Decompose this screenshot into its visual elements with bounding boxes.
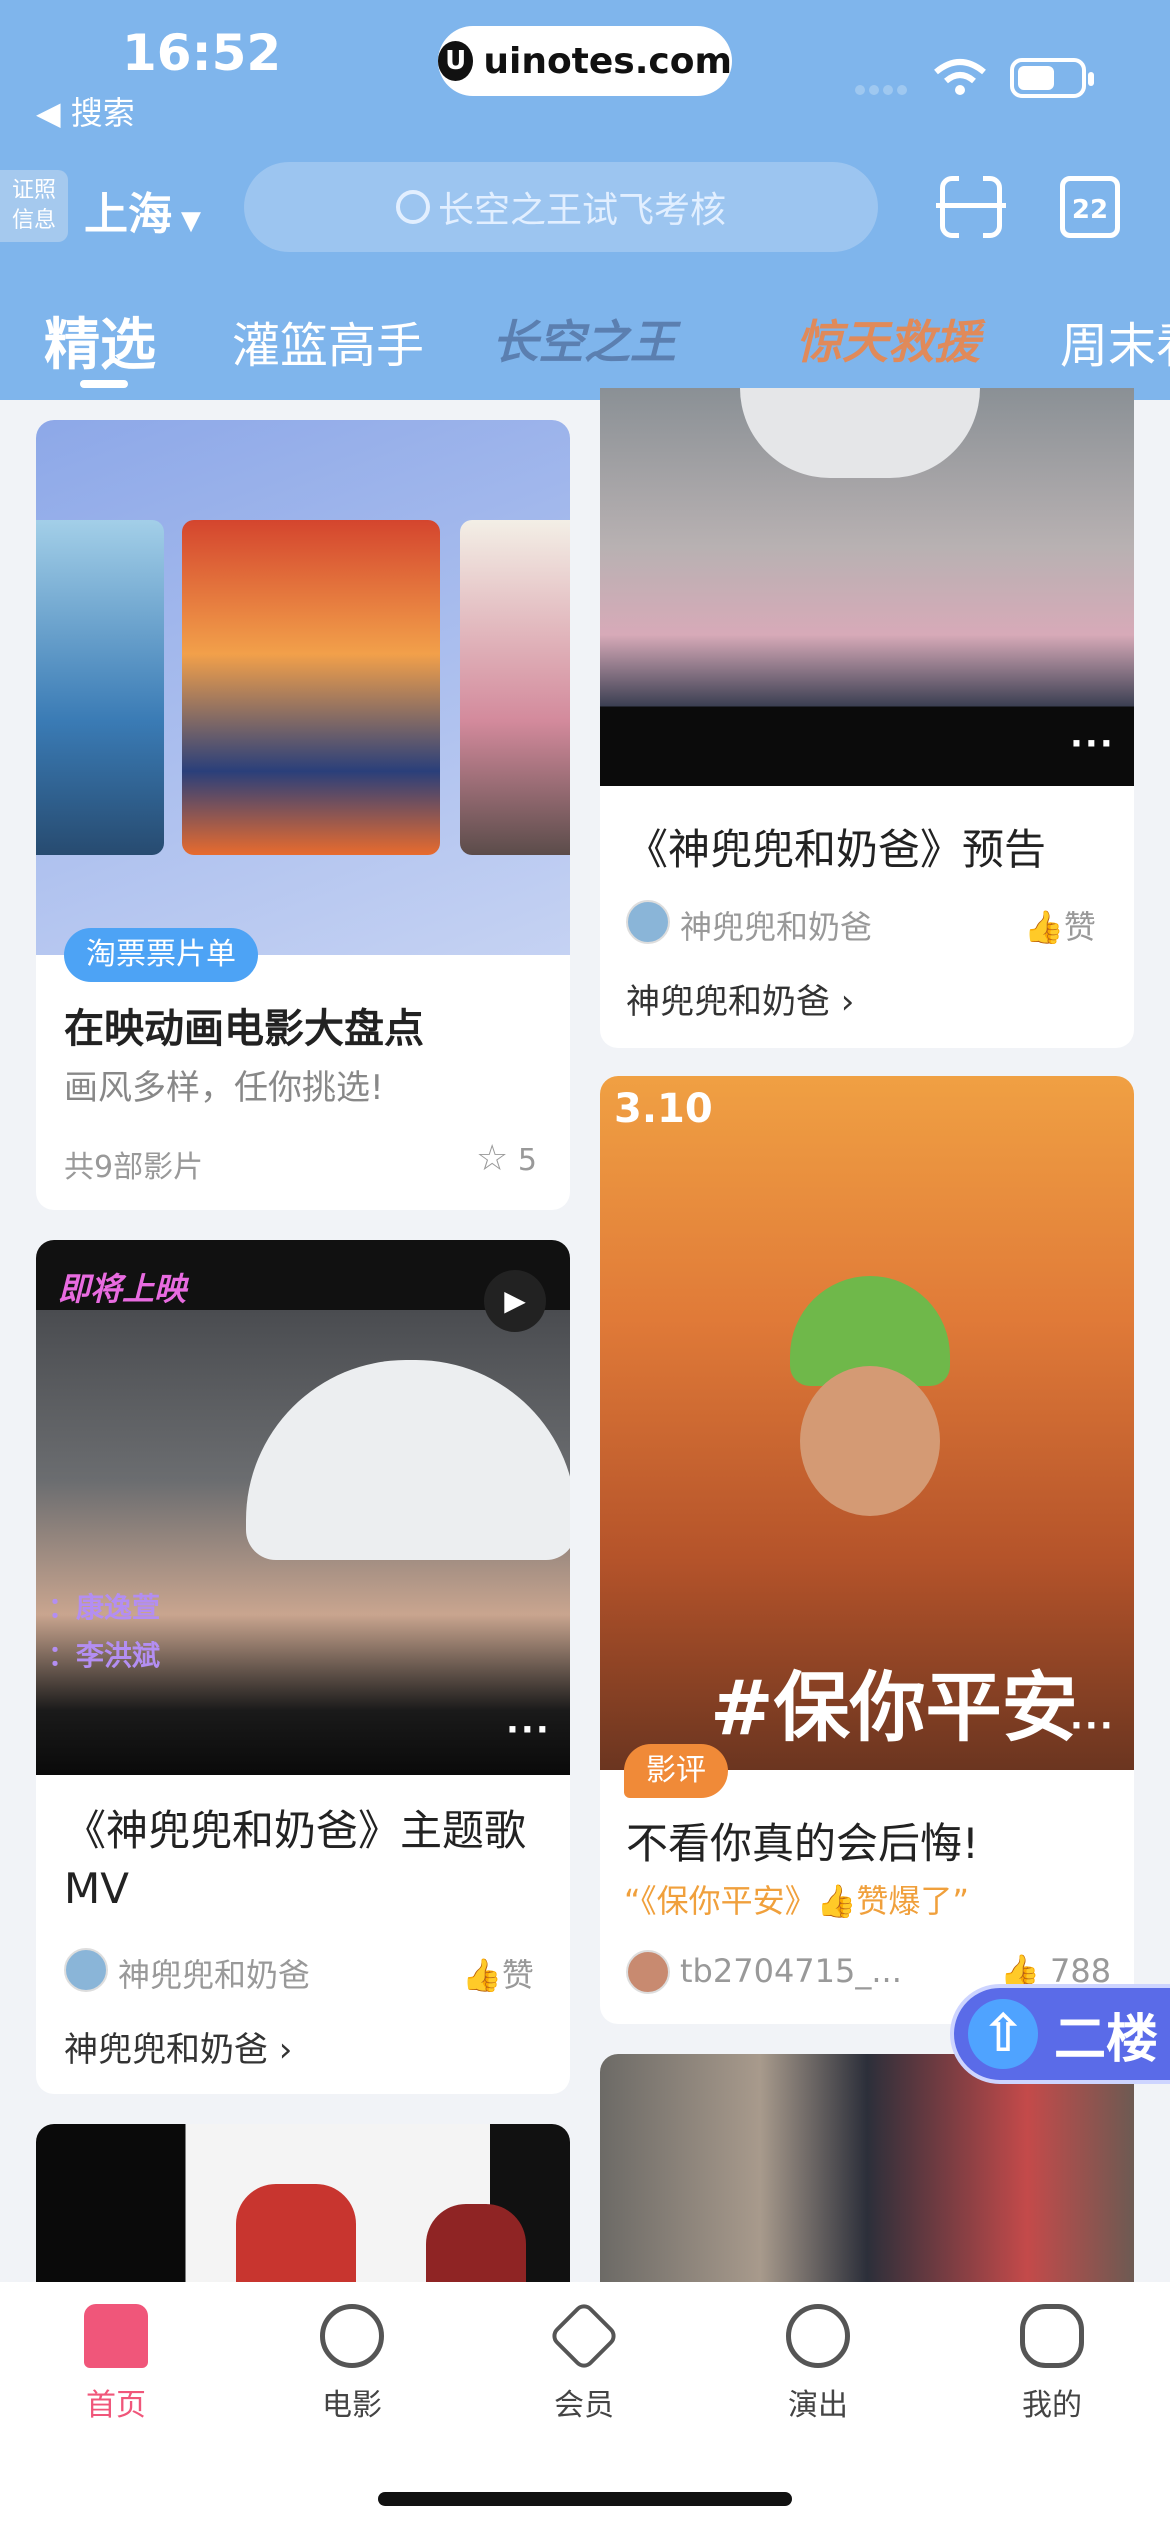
nav-movies[interactable]: 电影 bbox=[282, 2304, 422, 2424]
second-floor-button[interactable]: ⇧ 二楼 bbox=[950, 1984, 1170, 2084]
nav-profile[interactable]: 我的 bbox=[982, 2304, 1122, 2424]
city-selector[interactable]: 上海 ▼ bbox=[84, 178, 201, 242]
film-link[interactable]: 神兜兜和奶爸 › bbox=[64, 2022, 292, 2071]
search-input[interactable]: 长空之王试飞考核 bbox=[244, 162, 878, 252]
url-text: uinotes.com bbox=[483, 40, 732, 82]
credit-line-2: ：李洪斌 bbox=[48, 1639, 161, 1672]
poster-left-image bbox=[36, 520, 164, 855]
url-pill: Uuinotes.com bbox=[438, 26, 732, 96]
nav-shows-label: 演出 bbox=[788, 2388, 848, 2423]
more-icon[interactable]: ··· bbox=[1070, 1706, 1115, 1746]
film-link[interactable]: 神兜兜和奶爸 › bbox=[626, 974, 854, 1023]
list-title: 在映动画电影大盘点 bbox=[64, 1006, 424, 1052]
home-icon bbox=[84, 2304, 148, 2368]
review-quote: “《保你平安》👍赞爆了” bbox=[624, 1882, 970, 1920]
credit-line-1: ：康逸萱 bbox=[48, 1591, 161, 1624]
profile-face-icon bbox=[1020, 2304, 1084, 2368]
list-tag: 淘票票片单 bbox=[64, 928, 258, 982]
play-icon[interactable]: ▶ bbox=[484, 1270, 546, 1332]
uinotes-logo-icon: U bbox=[438, 41, 474, 81]
tab-slam-dunk[interactable]: 灌篮高手 bbox=[232, 306, 424, 376]
nav-member[interactable]: 会员 bbox=[514, 2299, 654, 2424]
author-avatar[interactable] bbox=[626, 900, 670, 944]
diamond-icon bbox=[547, 2299, 621, 2373]
reviewer-avatar[interactable] bbox=[626, 1950, 670, 1994]
more-icon[interactable]: ··· bbox=[506, 1710, 551, 1750]
scan-icon[interactable] bbox=[936, 175, 1006, 245]
nav-home[interactable]: 首页 bbox=[46, 2304, 186, 2424]
mv-video-card[interactable]: 即将上映 ▶ ：康逸萱 ：李洪斌 ··· 《神兜兜和奶爸》主题歌MV 神兜兜和奶… bbox=[36, 1240, 570, 2094]
music-note-icon bbox=[786, 2304, 850, 2368]
favorite-count[interactable]: ☆ 5 bbox=[476, 1138, 537, 1179]
nav-member-label: 会员 bbox=[554, 2388, 614, 2423]
calendar-icon[interactable]: 22 bbox=[1060, 176, 1120, 238]
cert-label-1: 证照 bbox=[11, 178, 56, 203]
status-time: 16:52 bbox=[122, 24, 282, 82]
review-title: 不看你真的会后悔! bbox=[626, 1819, 979, 1868]
cert-info-button[interactable]: 证照 信息 bbox=[0, 170, 68, 242]
like-label: 赞 bbox=[501, 1956, 534, 1994]
cert-label-2: 信息 bbox=[11, 208, 56, 233]
tab-featured[interactable]: 精选 bbox=[44, 300, 156, 388]
poster-conan-image bbox=[182, 520, 440, 855]
search-icon bbox=[395, 190, 430, 224]
like-button[interactable]: 👍赞 bbox=[462, 1950, 534, 1996]
helmet-shape bbox=[246, 1360, 570, 1560]
second-floor-label: 二楼 bbox=[1054, 2009, 1159, 2070]
poster-title: #保你平安 bbox=[710, 1663, 1078, 1752]
poster-right-image bbox=[460, 520, 570, 855]
star-count: 5 bbox=[517, 1143, 537, 1178]
trailer-title: 《神兜兜和奶爸》预告 bbox=[626, 825, 1047, 874]
poster-face-shape bbox=[800, 1366, 940, 1516]
thumbs-up-icon: 👍 bbox=[462, 1956, 502, 1994]
author-avatar[interactable] bbox=[64, 1948, 108, 1992]
tab-born-to-fly[interactable]: 长空之王 bbox=[492, 306, 676, 372]
film-list-banner bbox=[36, 420, 570, 955]
home-indicator bbox=[378, 2492, 792, 2506]
review-poster: 3.10 #保你平安 ··· bbox=[600, 1076, 1134, 1770]
upcoming-badge: 即将上映 bbox=[58, 1270, 187, 1308]
mv-video-thumbnail: 即将上映 ▶ ：康逸萱 ：李洪斌 ··· bbox=[36, 1240, 570, 1775]
nav-movies-label: 电影 bbox=[322, 2388, 382, 2423]
wifi-icon bbox=[934, 59, 986, 95]
trailer-thumbnail: ··· bbox=[600, 388, 1134, 786]
like-button[interactable]: 👍赞 bbox=[1024, 902, 1096, 948]
back-to-search-link[interactable]: ◀ 搜索 bbox=[36, 88, 135, 134]
nav-profile-label: 我的 bbox=[1022, 2388, 1082, 2423]
signal-icon bbox=[855, 80, 915, 96]
star-icon: ☆ bbox=[476, 1138, 509, 1179]
author-name[interactable]: 神兜兜和奶爸 bbox=[680, 902, 872, 948]
author-name[interactable]: 神兜兜和奶爸 bbox=[118, 1950, 310, 1996]
nav-home-label: 首页 bbox=[86, 2388, 146, 2423]
more-icon[interactable]: ··· bbox=[1070, 724, 1115, 764]
poster-date: 3.10 bbox=[614, 1086, 713, 1132]
film-list-card[interactable]: 淘票票片单 在映动画电影大盘点 画风多样，任你挑选! 共9部影片 ☆ 5 bbox=[36, 420, 570, 1210]
film-count: 共9部影片 bbox=[64, 1150, 204, 1185]
helmet-shape-2 bbox=[740, 388, 980, 478]
chevron-down-icon: ▼ bbox=[172, 206, 202, 236]
nav-shows[interactable]: 演出 bbox=[748, 2304, 888, 2424]
review-card[interactable]: 3.10 #保你平安 ··· 影评 不看你真的会后悔! “《保你平安》👍赞爆了”… bbox=[600, 1076, 1134, 2024]
tab-rescue[interactable]: 惊天救援 bbox=[796, 306, 980, 372]
list-subtitle: 画风多样，任你挑选! bbox=[64, 1068, 384, 1108]
header-bar: 16:52 ◀ 搜索 Uuinotes.com 证照信息 上海 ▼ 长空之王试飞… bbox=[0, 0, 1170, 400]
film-reel-icon bbox=[320, 2304, 384, 2368]
arrow-up-icon: ⇧ bbox=[968, 1999, 1038, 2069]
city-label: 上海 bbox=[84, 189, 172, 240]
tab-weekend[interactable]: 周末看 bbox=[1060, 306, 1170, 376]
search-placeholder: 长空之王试飞考核 bbox=[437, 190, 726, 231]
battery-icon bbox=[1010, 58, 1094, 98]
trailer-card[interactable]: ··· 《神兜兜和奶爸》预告 神兜兜和奶爸 👍赞 神兜兜和奶爸 › bbox=[600, 388, 1134, 1048]
thumbs-up-icon: 👍 bbox=[1024, 908, 1064, 946]
like-label: 赞 bbox=[1063, 908, 1096, 946]
review-tag: 影评 bbox=[624, 1744, 728, 1798]
reviewer-name[interactable]: tb2704715_... bbox=[680, 1952, 902, 1990]
mv-title: 《神兜兜和奶爸》主题歌MV bbox=[64, 1806, 527, 1913]
category-tabs: 精选 灌篮高手 长空之王 惊天救援 周末看 bbox=[0, 300, 1170, 390]
